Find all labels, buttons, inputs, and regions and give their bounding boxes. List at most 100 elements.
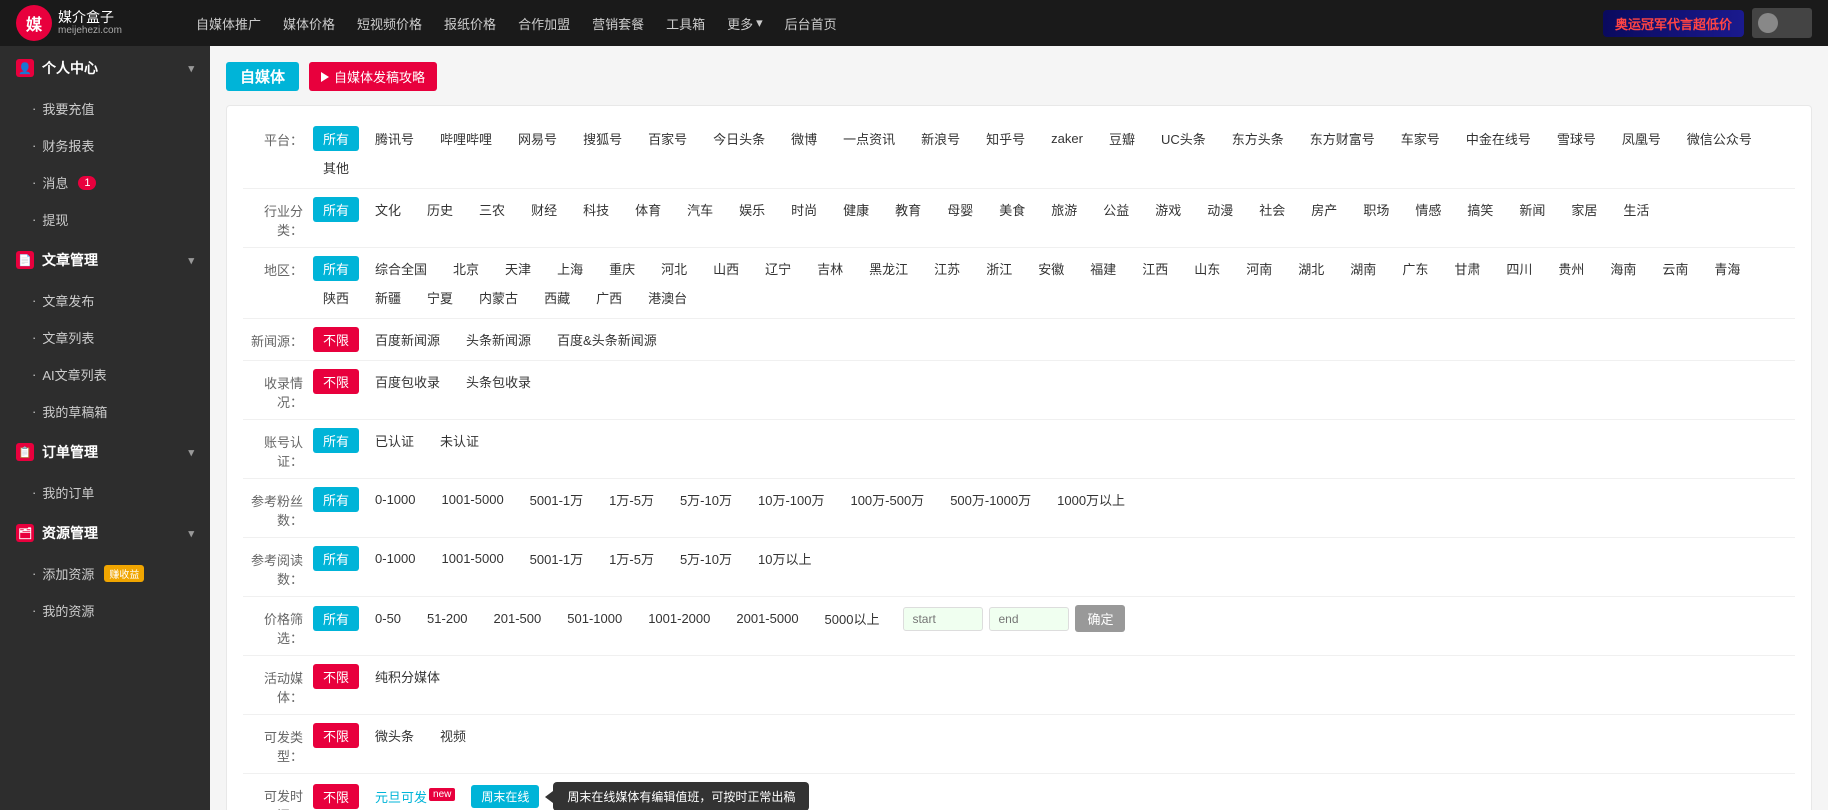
filter-tag-fan-8[interactable]: 500万-1000万 — [940, 487, 1041, 512]
filter-tag-platform-10[interactable]: 知乎号 — [976, 126, 1035, 151]
nav-item-tools[interactable]: 工具箱 — [666, 14, 705, 33]
filter-tag-reg-26[interactable]: 青海 — [1704, 256, 1750, 281]
sidebar-item-withdraw[interactable]: 提现 — [0, 201, 210, 238]
filter-tag-reg-33[interactable]: 港澳台 — [638, 285, 697, 310]
filter-tag-act-1[interactable]: 纯积分媒体 — [365, 664, 450, 689]
sidebar-item-article-list[interactable]: 文章列表 — [0, 319, 210, 356]
filter-tag-read-4[interactable]: 1万-5万 — [599, 546, 664, 571]
filter-tag-platform-6[interactable]: 今日头条 — [703, 126, 775, 151]
filter-tag-price-2[interactable]: 51-200 — [417, 608, 477, 629]
sidebar-item-recharge[interactable]: 我要充值 — [0, 90, 210, 127]
filter-tag-reg-29[interactable]: 宁夏 — [417, 285, 463, 310]
filter-tag-reg-12[interactable]: 浙江 — [976, 256, 1022, 281]
filter-tag-price-4[interactable]: 501-1000 — [557, 608, 632, 629]
filter-tag-ind-17[interactable]: 动漫 — [1197, 197, 1243, 222]
filter-tag-platform-20[interactable]: 微信公众号 — [1677, 126, 1762, 151]
filter-tag-platform-21[interactable]: 其他 — [313, 155, 359, 180]
filter-tag-ver-2[interactable]: 未认证 — [430, 428, 489, 453]
filter-tag-reg-30[interactable]: 内蒙古 — [469, 285, 528, 310]
filter-tag-price-7[interactable]: 5000以上 — [815, 606, 890, 631]
filter-tag-inc-2[interactable]: 头条包收录 — [456, 369, 541, 394]
nav-item-short[interactable]: 短视频价格 — [357, 14, 422, 33]
filter-tag-fan-3[interactable]: 5001-1万 — [520, 487, 593, 512]
filter-tag-reg-11[interactable]: 江苏 — [924, 256, 970, 281]
user-avatar-area[interactable] — [1752, 8, 1812, 38]
filter-tag-inc-0[interactable]: 不限 — [313, 369, 359, 394]
filter-tag-reg-10[interactable]: 黑龙江 — [859, 256, 918, 281]
filter-tag-fan-0[interactable]: 所有 — [313, 487, 359, 512]
sidebar-item-messages[interactable]: 消息 1 — [0, 164, 210, 201]
logo-area[interactable]: 媒 媒介盒子 meijehezi.com — [16, 5, 176, 41]
filter-tag-reg-14[interactable]: 福建 — [1080, 256, 1126, 281]
filter-tag-ind-2[interactable]: 历史 — [417, 197, 463, 222]
filter-tag-reg-2[interactable]: 北京 — [443, 256, 489, 281]
nav-item-zimeiti[interactable]: 自媒体推广 — [196, 14, 261, 33]
filter-tag-read-1[interactable]: 0-1000 — [365, 548, 425, 569]
price-end-input[interactable] — [989, 607, 1069, 631]
filter-tag-ind-25[interactable]: 生活 — [1613, 197, 1659, 222]
filter-tag-reg-19[interactable]: 湖南 — [1340, 256, 1386, 281]
filter-tag-platform-2[interactable]: 哔哩哔哩 — [430, 126, 502, 151]
filter-tag-reg-8[interactable]: 辽宁 — [755, 256, 801, 281]
sidebar-header-articles[interactable]: 📄 文章管理 ▾ — [0, 238, 210, 282]
banner-ad[interactable]: 奥运冠军代言超低价 — [1603, 10, 1744, 37]
filter-tag-platform-7[interactable]: 微博 — [781, 126, 827, 151]
filter-tag-platform-19[interactable]: 凤凰号 — [1612, 126, 1671, 151]
filter-tag-reg-23[interactable]: 贵州 — [1548, 256, 1594, 281]
price-confirm-button[interactable]: 确定 — [1075, 605, 1125, 632]
filter-tag-reg-4[interactable]: 上海 — [547, 256, 593, 281]
filter-tag-ind-21[interactable]: 情感 — [1405, 197, 1451, 222]
filter-tag-reg-13[interactable]: 安徽 — [1028, 256, 1074, 281]
nav-item-more[interactable]: 更多 — [727, 14, 763, 33]
filter-tag-platform-17[interactable]: 中金在线号 — [1456, 126, 1541, 151]
filter-tag-platform-16[interactable]: 车家号 — [1391, 126, 1450, 151]
filter-tag-reg-24[interactable]: 海南 — [1600, 256, 1646, 281]
filter-tag-reg-21[interactable]: 甘肃 — [1444, 256, 1490, 281]
filter-tag-reg-31[interactable]: 西藏 — [534, 285, 580, 310]
filter-tag-ver-1[interactable]: 已认证 — [365, 428, 424, 453]
filter-tag-inc-1[interactable]: 百度包收录 — [365, 369, 450, 394]
filter-tag-ind-9[interactable]: 时尚 — [781, 197, 827, 222]
filter-tag-reg-18[interactable]: 湖北 — [1288, 256, 1334, 281]
filter-tag-platform-1[interactable]: 腾讯号 — [365, 126, 424, 151]
sidebar-item-ai-list[interactable]: AI文章列表 — [0, 356, 210, 393]
guide-button[interactable]: 自媒体发稿攻略 — [309, 62, 437, 91]
filter-tag-fan-5[interactable]: 5万-10万 — [670, 487, 742, 512]
filter-tag-read-5[interactable]: 5万-10万 — [670, 546, 742, 571]
weekend-online-badge[interactable]: 周末在线 — [471, 785, 539, 808]
filter-tag-platform-12[interactable]: 豆瓣 — [1099, 126, 1145, 151]
filter-tag-platform-14[interactable]: 东方头条 — [1222, 126, 1294, 151]
sidebar-item-finance[interactable]: 财务报表 — [0, 127, 210, 164]
filter-tag-ind-13[interactable]: 美食 — [989, 197, 1035, 222]
filter-tag-reg-6[interactable]: 河北 — [651, 256, 697, 281]
filter-tag-ind-8[interactable]: 娱乐 — [729, 197, 775, 222]
filter-tag-ind-10[interactable]: 健康 — [833, 197, 879, 222]
filter-tag-read-2[interactable]: 1001-5000 — [432, 548, 514, 569]
filter-tag-time-0[interactable]: 不限 — [313, 784, 359, 809]
filter-tag-ind-1[interactable]: 文化 — [365, 197, 411, 222]
sidebar-header-orders[interactable]: 📋 订单管理 ▾ — [0, 430, 210, 474]
filter-tag-platform-15[interactable]: 东方财富号 — [1300, 126, 1385, 151]
filter-tag-reg-17[interactable]: 河南 — [1236, 256, 1282, 281]
filter-tag-ns-2[interactable]: 头条新闻源 — [456, 327, 541, 352]
filter-tag-ind-24[interactable]: 家居 — [1561, 197, 1607, 222]
filter-tag-reg-1[interactable]: 综合全国 — [365, 256, 437, 281]
filter-tag-price-0[interactable]: 所有 — [313, 606, 359, 631]
filter-tag-fan-4[interactable]: 1万-5万 — [599, 487, 664, 512]
filter-tag-read-3[interactable]: 5001-1万 — [520, 546, 593, 571]
filter-tag-ind-3[interactable]: 三农 — [469, 197, 515, 222]
filter-tag-fan-6[interactable]: 10万-100万 — [748, 487, 834, 512]
filter-tag-ns-1[interactable]: 百度新闻源 — [365, 327, 450, 352]
filter-tag-pt-2[interactable]: 视频 — [430, 723, 476, 748]
filter-tag-read-0[interactable]: 所有 — [313, 546, 359, 571]
filter-tag-fan-9[interactable]: 1000万以上 — [1047, 487, 1135, 512]
sidebar-item-drafts[interactable]: 我的草稿箱 — [0, 393, 210, 430]
filter-tag-fan-2[interactable]: 1001-5000 — [432, 489, 514, 510]
filter-tag-price-1[interactable]: 0-50 — [365, 608, 411, 629]
sidebar-item-add-resource[interactable]: 添加资源 赚收益 — [0, 555, 210, 592]
nav-item-partner[interactable]: 合作加盟 — [518, 14, 570, 33]
filter-tag-read-6[interactable]: 10万以上 — [748, 546, 821, 571]
filter-tag-price-5[interactable]: 1001-2000 — [638, 608, 720, 629]
nav-item-meiti[interactable]: 媒体价格 — [283, 14, 335, 33]
filter-tag-pt-0[interactable]: 不限 — [313, 723, 359, 748]
